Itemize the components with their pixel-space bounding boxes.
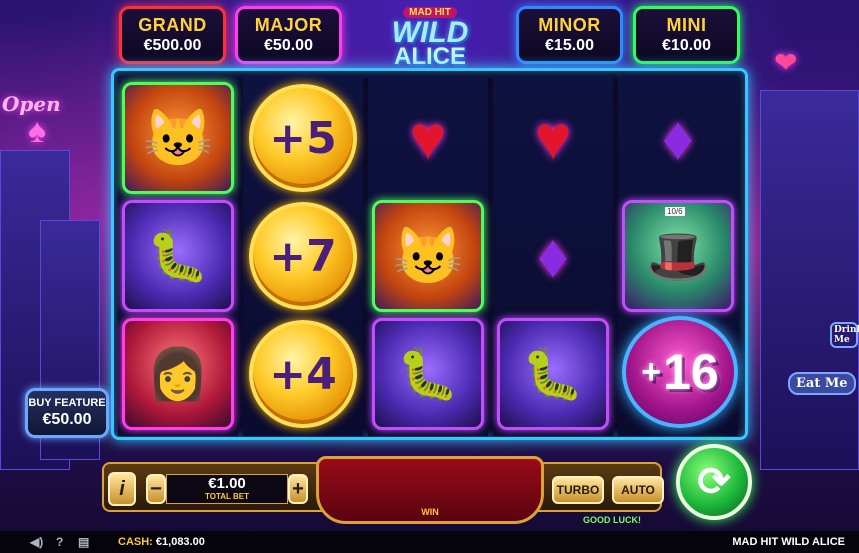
- caterpillar-icon: 🐛: [521, 345, 585, 402]
- reel-5: ♦ 🎩 10/6 + 16: [618, 76, 738, 436]
- lips-neon-icon: ❤: [774, 47, 798, 78]
- caterpillar-symbol: 🐛: [122, 200, 234, 312]
- mad-hatter-symbol: 🎩 10/6: [622, 200, 734, 312]
- bet-decrease-button[interactable]: −: [146, 474, 166, 504]
- buy-feature-label: BUY FEATURE: [28, 397, 106, 409]
- jackpot-grand-label: GRAND: [138, 15, 207, 35]
- cash-display: CASH: €1,083.00: [118, 536, 205, 548]
- help-icon[interactable]: ?: [56, 535, 63, 549]
- caterpillar-icon: 🐛: [396, 345, 460, 402]
- sticky-plus-sign: +: [641, 352, 662, 391]
- jackpot-major: MAJOR €50.00: [235, 6, 342, 64]
- mushroom-neon-icon: ♠: [28, 112, 47, 150]
- buy-feature-price: €50.00: [42, 411, 92, 428]
- jackpot-minor: MINOR €15.00: [516, 6, 623, 64]
- win-display: WIN: [316, 456, 544, 524]
- coin-symbol-1: +5: [247, 82, 359, 194]
- coin-symbol-2: +7: [247, 200, 359, 312]
- hatter-hat-tag: 10/6: [665, 207, 685, 216]
- heart-symbol: ♥: [497, 82, 609, 194]
- status-bar: ◀) ? ▤ CASH: €1,083.00 MAD HIT WILD ALIC…: [0, 531, 859, 553]
- jackpot-minor-amount: €15.00: [545, 37, 594, 54]
- good-luck-message: GOOD LUCK!: [583, 515, 641, 525]
- heart-icon: ♥: [534, 103, 572, 173]
- jackpot-mini: MINI €10.00: [633, 6, 740, 64]
- cash-label: CASH:: [118, 536, 153, 548]
- jackpot-grand-amount: €500.00: [143, 37, 202, 54]
- caterpillar-symbol: 🐛: [372, 318, 484, 430]
- cash-value: €1,083.00: [155, 536, 205, 548]
- reel-3: ♥ 😺 🐛: [368, 76, 488, 436]
- cheshire-cat-symbol: 😺: [372, 200, 484, 312]
- cat-face-icon: 😺: [143, 106, 213, 169]
- diamond-icon: ♦: [537, 221, 569, 291]
- info-button[interactable]: i: [108, 472, 136, 506]
- bet-increase-button[interactable]: +: [288, 474, 308, 504]
- drink-me-sign: Drink Me: [830, 322, 859, 348]
- turbo-button[interactable]: TURBO: [552, 476, 604, 504]
- coin-value-1: +5: [249, 84, 357, 192]
- building-right: [760, 90, 859, 470]
- heart-icon: ♥: [409, 103, 447, 173]
- jackpot-major-amount: €50.00: [264, 37, 313, 54]
- spin-arrows-icon: ⟳: [697, 460, 731, 504]
- caterpillar-icon: 🐛: [146, 227, 210, 284]
- autoplay-button[interactable]: AUTO: [612, 476, 664, 504]
- win-label: WIN: [421, 507, 439, 517]
- diamond-symbol: ♦: [622, 82, 734, 194]
- total-bet-label: TOTAL BET: [205, 492, 249, 501]
- eat-me-sign: Eat Me: [788, 372, 856, 395]
- mute-icon[interactable]: ◀): [30, 535, 43, 549]
- reel-2: +5 +7 +4: [243, 76, 363, 436]
- diamond-icon: ♦: [662, 103, 694, 173]
- sticky-multiplier-symbol: + 16: [622, 316, 738, 428]
- jackpot-grand: GRAND €500.00: [119, 6, 226, 64]
- jackpot-minor-label: MINOR: [538, 15, 601, 35]
- reel-grid: 😺 🐛 👩 +5 +7 +4 ♥ 😺 🐛 ♥ ♦ 🐛 ♦ 🎩 10/6 + 16: [111, 68, 748, 440]
- reel-1: 😺 🐛 👩: [118, 76, 238, 436]
- buy-feature-button[interactable]: BUY FEATURE €50.00: [25, 388, 109, 438]
- jackpot-mini-amount: €10.00: [662, 37, 711, 54]
- cheshire-cat-symbol: 😺: [122, 82, 234, 194]
- spin-button[interactable]: ⟳: [676, 444, 752, 520]
- reel-4: ♥ ♦ 🐛: [493, 76, 613, 436]
- coin-value-3: +4: [249, 320, 357, 428]
- jackpot-major-label: MAJOR: [254, 15, 323, 35]
- total-bet-value: €1.00: [208, 475, 246, 492]
- hatter-face-icon: 🎩: [645, 227, 711, 286]
- diamond-symbol: ♦: [497, 200, 609, 312]
- game-title: MAD HIT WILD ALICE: [732, 536, 845, 548]
- cat-face-icon: 😺: [393, 224, 463, 287]
- queen-of-hearts-symbol: 👩: [122, 318, 234, 430]
- heart-symbol: ♥: [372, 82, 484, 194]
- total-bet-display: €1.00 TOTAL BET: [166, 474, 288, 504]
- coin-value-2: +7: [249, 202, 357, 310]
- queen-face-icon: 👩: [146, 345, 210, 402]
- caterpillar-symbol: 🐛: [497, 318, 609, 430]
- sticky-multiplier-value: 16: [663, 344, 719, 400]
- logo-alice: ALICE: [394, 43, 466, 70]
- history-icon[interactable]: ▤: [78, 535, 89, 549]
- jackpot-mini-label: MINI: [666, 15, 707, 35]
- game-logo: MAD HIT WILD ALICE: [362, 2, 498, 72]
- coin-symbol-3: +4: [247, 318, 359, 430]
